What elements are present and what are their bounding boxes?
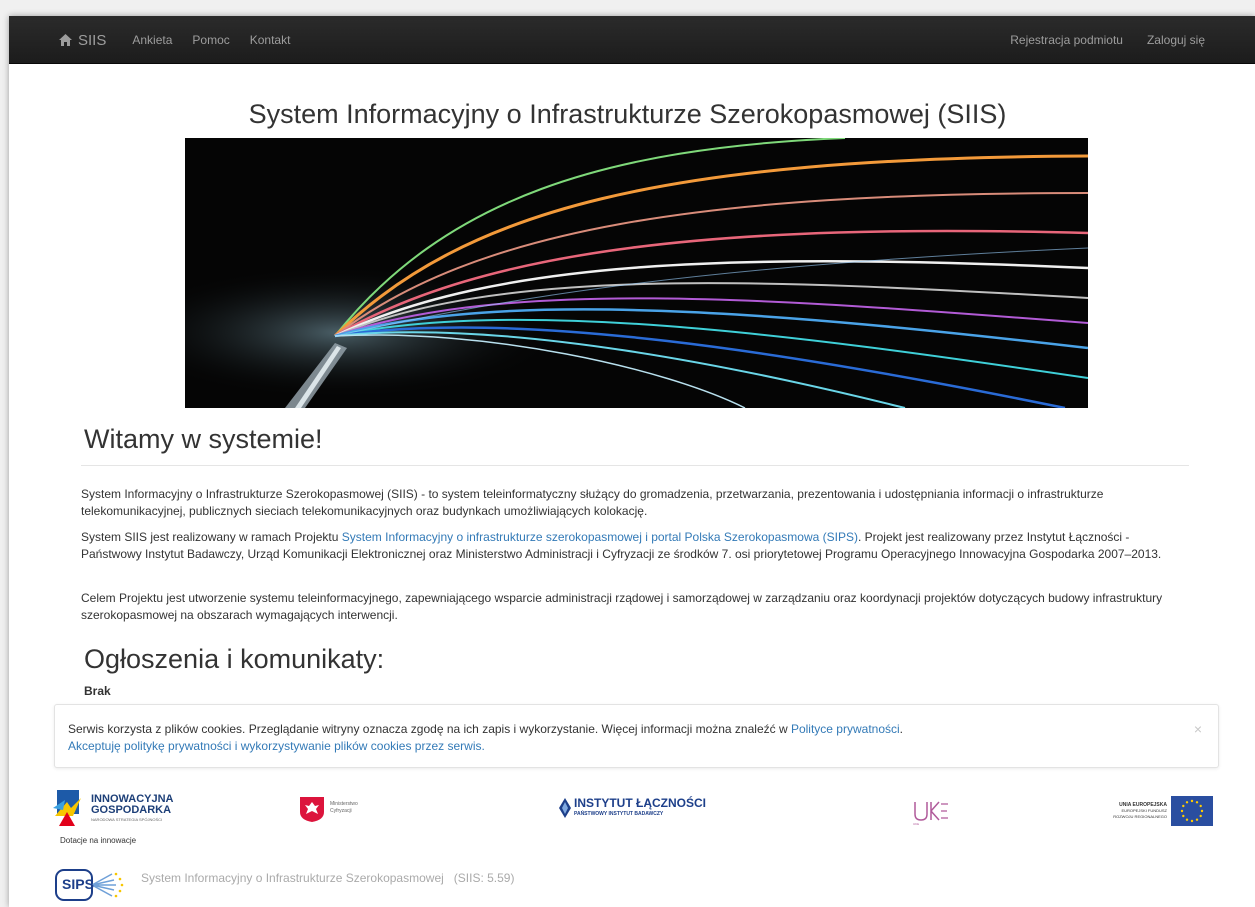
ig-sub: NARODOWA STRATEGIA SPÓJNOŚCI (91, 817, 163, 822)
welcome-paragraph-2: System SIIS jest realizowany w ramach Pr… (81, 529, 1191, 563)
nav-link-pomoc[interactable]: Pomoc (192, 33, 229, 47)
cookie-text: Serwis korzysta z plików cookies. Przegl… (68, 722, 791, 736)
cookie-banner: Serwis korzysta z plików cookies. Przegl… (54, 704, 1219, 768)
min-line1: Ministerstwo (330, 801, 358, 807)
nav-link-login[interactable]: Zaloguj się (1147, 33, 1205, 47)
cookie-text-line: Serwis korzysta z plików cookies. Przegl… (68, 721, 1218, 738)
brand-label: SIIS (78, 31, 107, 49)
il-line1: INSTYTUT ŁĄCZNOŚCI (574, 796, 706, 810)
brand-home-link[interactable]: SIIS (59, 32, 106, 49)
sips-project-link[interactable]: System Informacyjny o infrastrukturze sz… (342, 530, 858, 544)
announcements-empty: Brak (84, 684, 111, 698)
polish-eagle-icon (300, 797, 324, 822)
min-line2: Cyfryzacji (330, 808, 352, 814)
top-navbar: SIIS Ankieta Pomoc Kontakt Rejestracja p… (9, 16, 1255, 64)
welcome-heading: Witamy w systemie! (84, 424, 323, 454)
innowacyjna-gospodarka-logo: INNOWACYJNA GOSPODARKA NARODOWA STRATEGI… (53, 788, 193, 848)
cookie-accept-link[interactable]: Akceptuję politykę prywatności i wykorzy… (68, 739, 485, 753)
close-icon[interactable]: × (1194, 721, 1202, 738)
privacy-policy-link[interactable]: Polityce prywatności (791, 722, 900, 736)
welcome-paragraph-3: Celem Projektu jest utworzenie systemu t… (81, 591, 1163, 622)
welcome-paragraph-1: System Informacyjny o Infrastrukturze Sz… (81, 487, 1104, 518)
il-emblem-icon (559, 798, 571, 818)
sips-label: SIPS (62, 876, 94, 892)
il-line2: PAŃSTWOWY INSTYTUT BADAWCZY (574, 811, 664, 817)
browser-page: SIIS Ankieta Pomoc Kontakt Rejestracja p… (9, 16, 1255, 907)
nav-left: SIIS Ankieta Pomoc Kontakt (59, 16, 310, 64)
announcements-heading: Ogłoszenia i komunikaty: (84, 644, 385, 674)
nav-link-ankieta[interactable]: Ankieta (132, 33, 172, 47)
instytut-lacznosci-logo: INSTYTUT ŁĄCZNOŚCI PAŃSTWOWY INSTYTUT BA… (559, 796, 719, 828)
nav-link-kontakt[interactable]: Kontakt (250, 33, 291, 47)
eu-logo: UNIA EUROPEJSKA EUROPEJSKI FUNDUSZ ROZWO… (1089, 796, 1214, 830)
hero-fiber-optic-image (185, 138, 1088, 408)
eu-flag-icon (1171, 796, 1213, 826)
eu-line3: ROZWOJU REGIONALNEGO (1113, 814, 1167, 819)
divider (81, 465, 1189, 466)
footer-system-version: System Informacyjny o Infrastrukturze Sz… (141, 871, 515, 885)
sips-logo: SIPS (54, 868, 130, 904)
home-icon (59, 34, 72, 46)
ig-emblem-icon (53, 790, 81, 826)
p2-text-before: System SIIS jest realizowany w ramach Pr… (81, 530, 342, 544)
uke-label: UKE (913, 822, 920, 826)
page-title: System Informacyjny o Infrastrukturze Sz… (248, 99, 1007, 129)
uke-logo: UKE (911, 798, 951, 828)
nav-link-register[interactable]: Rejestracja podmiotu (1010, 33, 1123, 47)
ig-caption: Dotacje na innowacje (60, 836, 137, 845)
nav-right: Rejestracja podmiotu Zaloguj się (986, 16, 1205, 64)
ministerstwo-cyfryzacji-logo: Ministerstwo Cyfryzacji (299, 796, 399, 826)
ig-line2: GOSPODARKA (91, 804, 172, 816)
cookie-text-end: . (899, 722, 904, 736)
